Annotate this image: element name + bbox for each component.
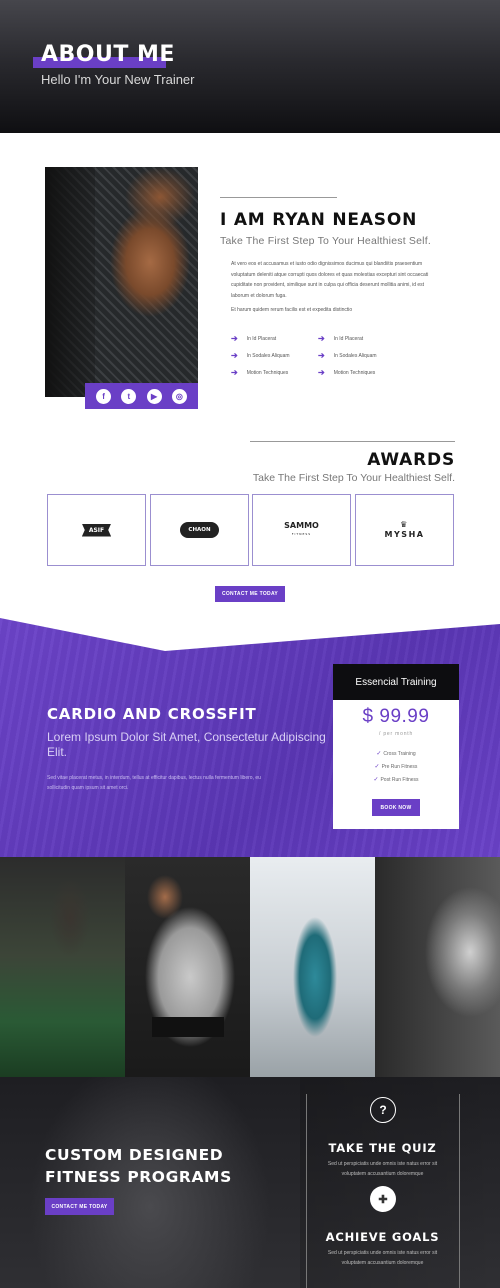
check-icon: ✓ [373, 777, 379, 783]
gallery-photo-lifting-belt [125, 857, 250, 1077]
gallery-photo-stairs-run [250, 857, 375, 1077]
arrow-right-icon: ➔ [231, 334, 238, 343]
page-subtitle: Hello I'm Your New Trainer [41, 72, 195, 87]
question-icon[interactable]: ? [370, 1097, 396, 1123]
divider [220, 197, 337, 198]
arrow-right-icon: ➔ [231, 351, 238, 360]
price: $ 99.99 [362, 706, 430, 727]
goals-description: Sed ut perspiciatis unde omnis iste natu… [327, 1250, 438, 1266]
award-logo-box: CHAON [150, 494, 249, 566]
cardio-subtitle: Lorem Ipsum Dolor Sit Amet, Consectetur … [47, 730, 326, 759]
cardio-paragraph: Sed vitae placerat metus, in interdum, t… [47, 775, 261, 791]
divider [459, 1094, 460, 1288]
crown-icon: ♛ [400, 520, 409, 529]
feature-item: ➔ In Id Placerat [318, 334, 364, 343]
divider [306, 1094, 307, 1288]
arrow-right-icon: ➔ [318, 351, 325, 360]
goals-title[interactable]: ACHIEVE GOALS [306, 1230, 459, 1244]
about-paragraph: At vero eos et accusamus et iusto odio d… [231, 261, 429, 299]
contact-button[interactable]: CONTACT ME TODAY [215, 586, 285, 602]
pricing-features: ✓ Cross Training ✓ Pre Run Fitness ✓ Post R… [333, 750, 459, 789]
check-icon: ✓ [376, 751, 382, 757]
arrow-right-icon: ➔ [318, 334, 325, 343]
feature-item: ➔ In Sodales Aliquam [231, 351, 290, 360]
award-logo-sammo: SAMMO FITNESS [284, 521, 319, 537]
price-period: / per month [378, 731, 414, 737]
trainer-name: I AM RYAN NEASON [220, 210, 418, 230]
social-bar: f t ▶ ◎ [85, 383, 198, 409]
pricing-feature: ✓ Pre Run Fitness [374, 764, 418, 770]
gallery-photo-muscle [375, 857, 500, 1077]
check-icon: ✓ [374, 764, 380, 770]
youtube-icon[interactable]: ▶ [146, 388, 162, 404]
feature-item: ➔ Motion Techniques [231, 368, 289, 377]
belt-shape [152, 1017, 224, 1037]
pricing-feature: ✓ Post Run Fitness [373, 777, 419, 783]
facebook-icon[interactable]: f [96, 388, 112, 404]
award-logo-box: ASIF [47, 494, 146, 566]
programs-contact-button[interactable]: CONTACT ME TODAY [45, 1198, 114, 1215]
instagram-icon[interactable]: ◎ [171, 388, 187, 404]
feature-item: ➔ In Id Placerat [231, 334, 277, 343]
award-logo-asif: ASIF [81, 523, 112, 537]
photo-shade [45, 167, 95, 397]
gallery-photo-battle-ropes [0, 857, 125, 1077]
cardio-title: CARDIO AND CROSSFIT [47, 705, 257, 723]
award-logo-box: SAMMO FITNESS [252, 494, 351, 566]
about-tagline: Take The First Step To Your Healthiest S… [220, 235, 431, 247]
awards-title: AWARDS [367, 450, 455, 470]
page-title: ABOUT ME [41, 42, 175, 67]
award-logo-chaon: CHAON [180, 522, 219, 538]
pricing-feature: ✓ Cross Training [376, 751, 416, 757]
awards-subtitle: Take The First Step To Your Healthiest S… [252, 472, 455, 484]
trainer-photo [45, 167, 198, 397]
feature-item: ➔ Motion Techniques [318, 368, 376, 377]
about-paragraph-2: Et harum quidem rerum facilis est et exp… [231, 307, 353, 313]
divider [250, 441, 455, 442]
quiz-description: Sed ut perspiciatis unde omnis iste natu… [327, 1161, 438, 1177]
award-logo-mysha: ♛ MYSHA [384, 520, 425, 539]
quiz-title[interactable]: TAKE THE QUIZ [306, 1141, 459, 1155]
feature-item: ➔ In Sodales Aliquam [318, 351, 377, 360]
arrow-right-icon: ➔ [231, 368, 238, 377]
arrow-right-icon: ➔ [318, 368, 325, 377]
book-now-button[interactable]: BOOK NOW [372, 799, 420, 816]
puzzle-icon[interactable]: ✚ [370, 1186, 396, 1212]
award-logo-box: ♛ MYSHA [355, 494, 454, 566]
twitter-icon[interactable]: t [121, 388, 137, 404]
pricing-title: Essencial Training [333, 664, 459, 700]
programs-title: CUSTOM DESIGNED FITNESS PROGRAMS [45, 1146, 232, 1186]
